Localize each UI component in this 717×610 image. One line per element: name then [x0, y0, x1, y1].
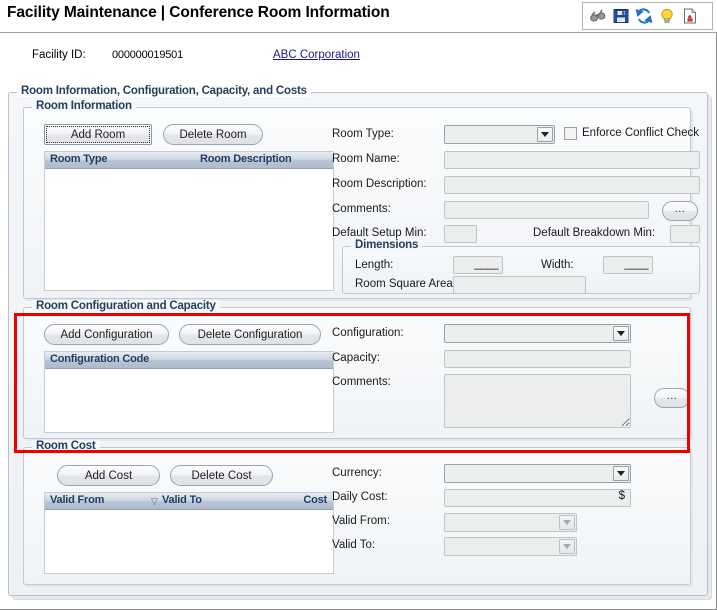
add-room-button[interactable]: Add Room [44, 124, 152, 145]
configuration-comments-ellipsis-button[interactable]: ... [654, 388, 690, 408]
default-breakdown-min-input[interactable] [670, 225, 700, 243]
facility-id-value: 000000019501 [112, 49, 184, 61]
currency-label: Currency: [332, 467, 382, 479]
room-description-input[interactable] [444, 176, 700, 194]
default-setup-min-label: Default Setup Min: [332, 227, 427, 239]
facility-header-row: Facility ID: 000000019501 ABC Corporatio… [0, 47, 717, 69]
column-cost[interactable]: Cost [303, 494, 327, 506]
capacity-input[interactable] [444, 350, 631, 368]
length-input[interactable]: ____ [453, 256, 503, 274]
width-label: Width: [541, 259, 574, 271]
length-mask: ____ [474, 258, 498, 270]
dimensions-title: Dimensions [351, 239, 423, 251]
column-configuration-code[interactable]: Configuration Code [50, 353, 149, 365]
facility-id-label: Facility ID: [32, 49, 86, 61]
room-cost-grid[interactable]: Valid From ▽ Valid To Cost [44, 492, 334, 574]
comments-label: Comments: [332, 203, 391, 215]
refresh-icon[interactable] [635, 7, 653, 25]
cost-grid-header: Valid From ▽ Valid To Cost [45, 493, 333, 510]
chevron-down-icon[interactable] [559, 539, 575, 554]
room-cost-title: Room Cost [32, 440, 100, 452]
valid-to-label: Valid To: [332, 539, 376, 551]
dimensions-group: Dimensions Length: ____ Width: ____ Room… [342, 239, 700, 294]
configuration-select[interactable] [444, 324, 631, 343]
add-cost-button[interactable]: Add Cost [57, 465, 160, 486]
configuration-comments-textarea[interactable] [444, 374, 631, 428]
room-cost-section: Room Cost Add Cost Delete Cost Valid Fro… [23, 440, 691, 585]
capacity-label: Capacity: [332, 352, 380, 364]
column-valid-to[interactable]: Valid To [162, 494, 202, 506]
length-label: Length: [355, 259, 394, 271]
room-configuration-grid[interactable]: Configuration Code [44, 351, 334, 433]
configuration-comments-label: Comments: [332, 376, 391, 388]
room-name-input[interactable] [444, 151, 700, 169]
enforce-conflict-check-checkbox[interactable] [564, 127, 577, 140]
room-square-area-label: Room Square Area: [355, 278, 457, 290]
application-window: Facility Maintenance | Conference Room I… [0, 0, 717, 610]
delete-cost-button[interactable]: Delete Cost [170, 465, 273, 486]
comments-ellipsis-button[interactable]: ... [662, 201, 698, 221]
comments-input[interactable] [444, 201, 649, 219]
currency-symbol: $ [618, 490, 625, 502]
room-square-area-input[interactable] [453, 276, 586, 294]
default-breakdown-min-label: Default Breakdown Min: [533, 227, 656, 239]
room-information-title: Room Information [32, 100, 136, 112]
toolbar [582, 2, 713, 30]
daily-cost-label: Daily Cost: [332, 491, 388, 503]
chevron-down-icon[interactable] [537, 127, 553, 142]
sort-descending-icon[interactable]: ▽ [151, 496, 158, 507]
chevron-down-icon[interactable] [559, 515, 575, 530]
room-grid-header: Room Type Room Description [45, 152, 333, 169]
configuration-label: Configuration: [332, 327, 404, 339]
room-type-label: Room Type: [332, 128, 394, 140]
room-information-grid[interactable]: Room Type Room Description [44, 151, 334, 291]
save-floppy-icon[interactable] [612, 7, 630, 25]
binoculars-search-icon[interactable] [589, 7, 607, 25]
delete-configuration-button[interactable]: Delete Configuration [179, 324, 321, 345]
report-document-icon[interactable] [681, 7, 699, 25]
width-input[interactable]: ____ [603, 256, 653, 274]
valid-from-label: Valid From: [332, 515, 390, 527]
room-description-label: Room Description: [332, 178, 427, 190]
chevron-down-icon[interactable] [613, 326, 629, 341]
corporation-link[interactable]: ABC Corporation [273, 49, 360, 61]
delete-room-button[interactable]: Delete Room [163, 124, 263, 145]
room-type-select[interactable] [444, 125, 555, 144]
main-panel: Room Information, Configuration, Capacit… [8, 85, 708, 596]
column-room-type[interactable]: Room Type [50, 153, 107, 165]
main-panel-title: Room Information, Configuration, Capacit… [17, 85, 311, 97]
configuration-grid-header: Configuration Code [45, 352, 333, 369]
add-configuration-button[interactable]: Add Configuration [44, 324, 169, 345]
lightbulb-hint-icon[interactable] [658, 7, 676, 25]
room-configuration-section: Room Configuration and Capacity Add Conf… [23, 300, 691, 439]
configuration-grid-body [45, 369, 333, 431]
title-bar: Facility Maintenance | Conference Room I… [0, 0, 717, 33]
currency-select[interactable] [444, 464, 631, 483]
room-configuration-title: Room Configuration and Capacity [32, 300, 220, 312]
valid-to-datepicker[interactable] [444, 537, 577, 556]
enforce-conflict-check-label: Enforce Conflict Check [582, 127, 699, 139]
valid-from-datepicker[interactable] [444, 513, 577, 532]
column-room-description[interactable]: Room Description [200, 153, 292, 165]
default-setup-min-input[interactable] [444, 225, 477, 243]
cost-grid-body [45, 510, 333, 572]
chevron-down-icon[interactable] [613, 466, 629, 481]
room-information-section: Room Information Add Room Delete Room Ro… [23, 100, 700, 299]
page-title: Facility Maintenance | Conference Room I… [7, 4, 390, 21]
column-valid-from[interactable]: Valid From [50, 494, 104, 506]
room-grid-body [45, 169, 333, 289]
width-mask: ____ [624, 258, 648, 270]
room-name-label: Room Name: [332, 153, 400, 165]
daily-cost-input[interactable]: $ [444, 489, 631, 507]
